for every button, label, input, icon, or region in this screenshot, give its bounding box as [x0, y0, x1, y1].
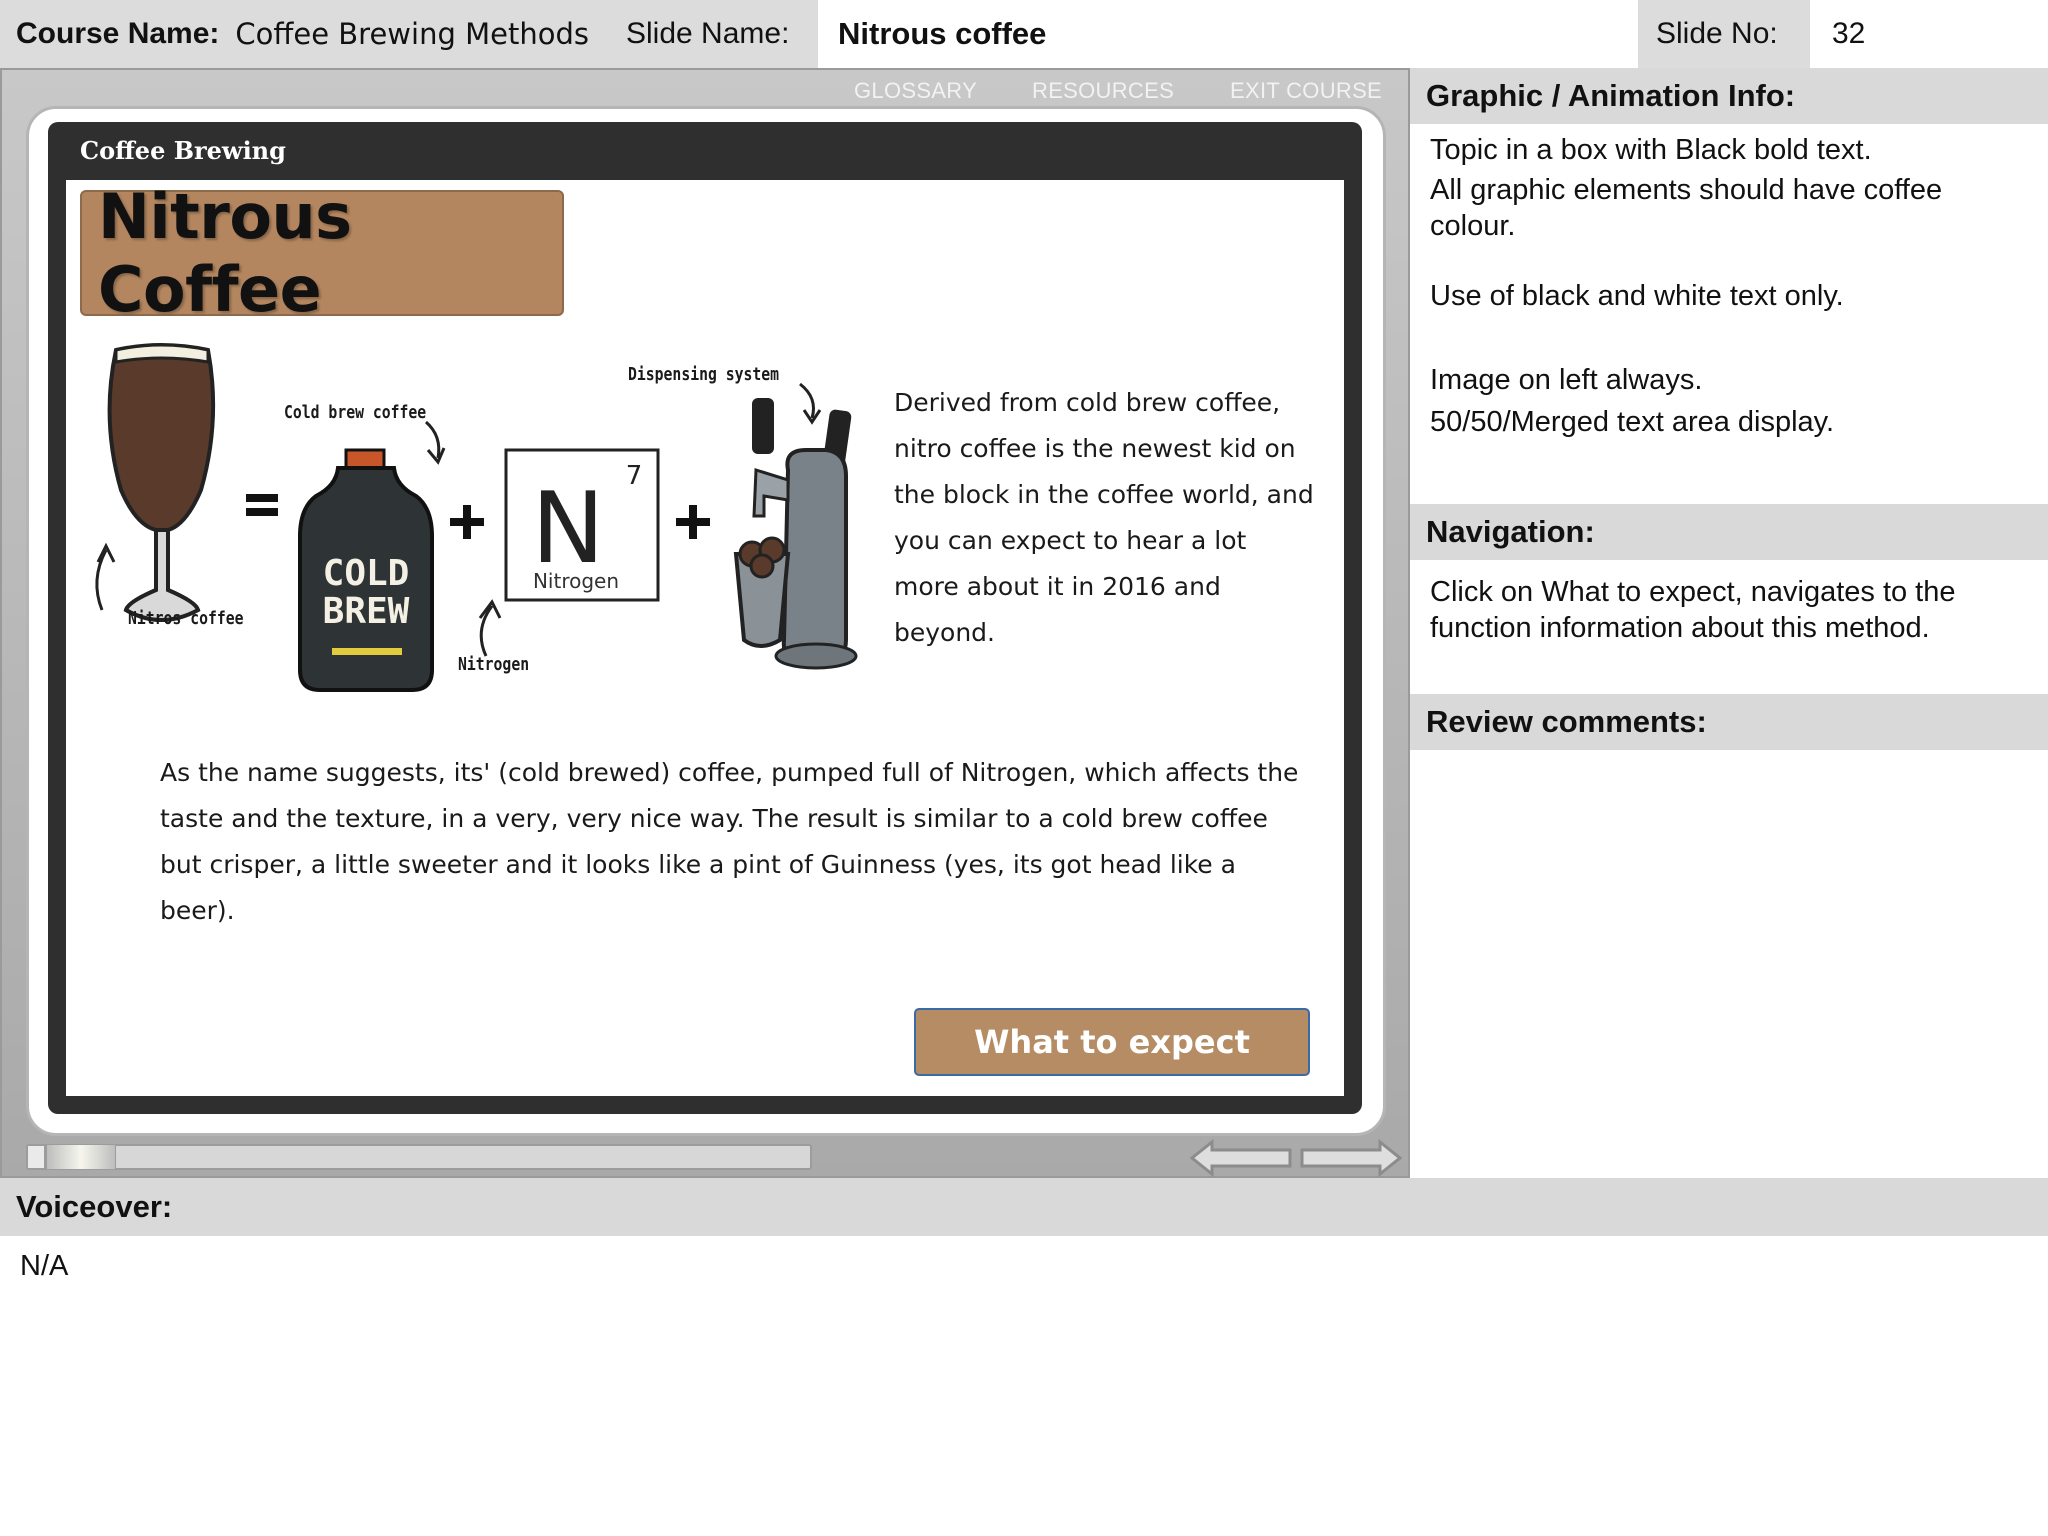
course-name-label: Course Name: — [16, 17, 220, 50]
slide-name-value-cell: Nitrous coffee — [818, 0, 1638, 68]
graphic-info-title: Graphic / Animation Info: — [1426, 78, 1796, 113]
body-paragraph: As the name suggests, its' (cold brewed)… — [160, 758, 1299, 925]
resources-link[interactable]: RESOURCES — [1032, 78, 1174, 104]
storyboard-info-panel: Graphic / Animation Info: Topic in a box… — [1410, 68, 2048, 1178]
graphic-info-body: Topic in a box with Black bold text. All… — [1430, 132, 2030, 440]
slide-no-label: Slide No: — [1656, 17, 1778, 50]
slide-name-label: Slide Name: — [626, 17, 790, 50]
slide-content: Nitrous Coffee COLD BREW N 7 Nitrogen Ni… — [66, 180, 1344, 1096]
slide-no-value-cell: 32 — [1810, 0, 2048, 68]
slide-frame: Coffee Brewing Nitrous Coffee COLD BREW … — [48, 122, 1362, 1114]
navigation-header: Navigation: — [1410, 504, 2048, 560]
what-to-expect-button[interactable]: What to expect — [914, 1008, 1310, 1076]
cold-brew-can-text-1: COLD — [323, 553, 410, 594]
course-name-cell: Course Name: Coffee Brewing Methods — [16, 0, 616, 68]
label-cold-brew-coffee: Cold brew coffee — [284, 402, 427, 423]
voiceover-header: Voiceover: — [0, 1178, 2048, 1236]
seek-bar[interactable] — [26, 1144, 812, 1170]
label-dispensing-system: Dispensing system — [628, 364, 780, 385]
voiceover-title: Voiceover: — [16, 1189, 173, 1224]
nitro-coffee-illustration: COLD BREW N 7 Nitrogen Nitros coffee Col… — [76, 340, 866, 700]
review-comments-header: Review comments: — [1410, 694, 2048, 750]
slide-name-label-cell: Slide Name: — [626, 0, 816, 68]
navigation-body: Click on What to expect, navigates to th… — [1430, 576, 1956, 644]
nitro-glass-icon — [107, 343, 216, 622]
graphic-info-line: Use of black and white text only. — [1430, 280, 1844, 312]
course-name-value: Coffee Brewing Methods — [235, 17, 589, 51]
slide-name-value: Nitrous coffee — [838, 16, 1047, 51]
slide-no-value: 32 — [1832, 17, 1866, 50]
prev-arrow-icon[interactable] — [1190, 1138, 1292, 1178]
graphic-info-line: 50/50/Merged text area display. — [1430, 406, 1835, 438]
review-comments-title: Review comments: — [1426, 704, 1707, 739]
nitrogen-atomic-number: 7 — [626, 461, 643, 491]
graphic-info-header: Graphic / Animation Info: — [1410, 68, 2048, 124]
seek-bar-handle[interactable] — [46, 1144, 116, 1170]
slide-nav-arrows — [1190, 1138, 1402, 1178]
next-arrow-icon[interactable] — [1300, 1138, 1402, 1178]
voiceover-text: N/A — [20, 1250, 69, 1282]
graphic-info-line: Image on left always. — [1430, 364, 1703, 396]
graphic-info-line: All graphic elements should have coffee … — [1430, 174, 1943, 242]
glossary-link[interactable]: GLOSSARY — [854, 78, 977, 104]
slide-header-title: Coffee Brewing — [80, 136, 286, 165]
topic-box: Nitrous Coffee — [80, 180, 564, 326]
topic-title: Nitrous Coffee — [98, 180, 352, 326]
exit-course-link[interactable]: EXIT COURSE — [1230, 78, 1382, 104]
cold-brew-can-text-2: BREW — [323, 591, 410, 632]
graphic-info-line: Topic in a box with Black bold text. — [1430, 134, 1872, 166]
storyboard-header: Course Name: Coffee Brewing Methods Slid… — [0, 0, 2048, 68]
navigation-title: Navigation: — [1426, 514, 1595, 549]
nitro-diagram-graphic: COLD BREW N 7 Nitrogen — [95, 343, 858, 692]
course-player: GLOSSARY RESOURCES EXIT COURSE Coffee Br… — [0, 68, 1410, 1178]
dispensing-tap-icon — [733, 398, 858, 670]
what-to-expect-label: What to expect — [974, 1023, 1250, 1061]
label-nitrogen: Nitrogen — [458, 654, 530, 675]
label-nitros-coffee: Nitros coffee — [128, 608, 244, 629]
seek-bar-start-cap — [28, 1146, 46, 1168]
intro-paragraph: Derived from cold brew coffee, nitro cof… — [894, 388, 1314, 647]
nitrogen-name: Nitrogen — [533, 569, 619, 593]
slide-no-label-cell: Slide No: — [1638, 0, 1810, 68]
